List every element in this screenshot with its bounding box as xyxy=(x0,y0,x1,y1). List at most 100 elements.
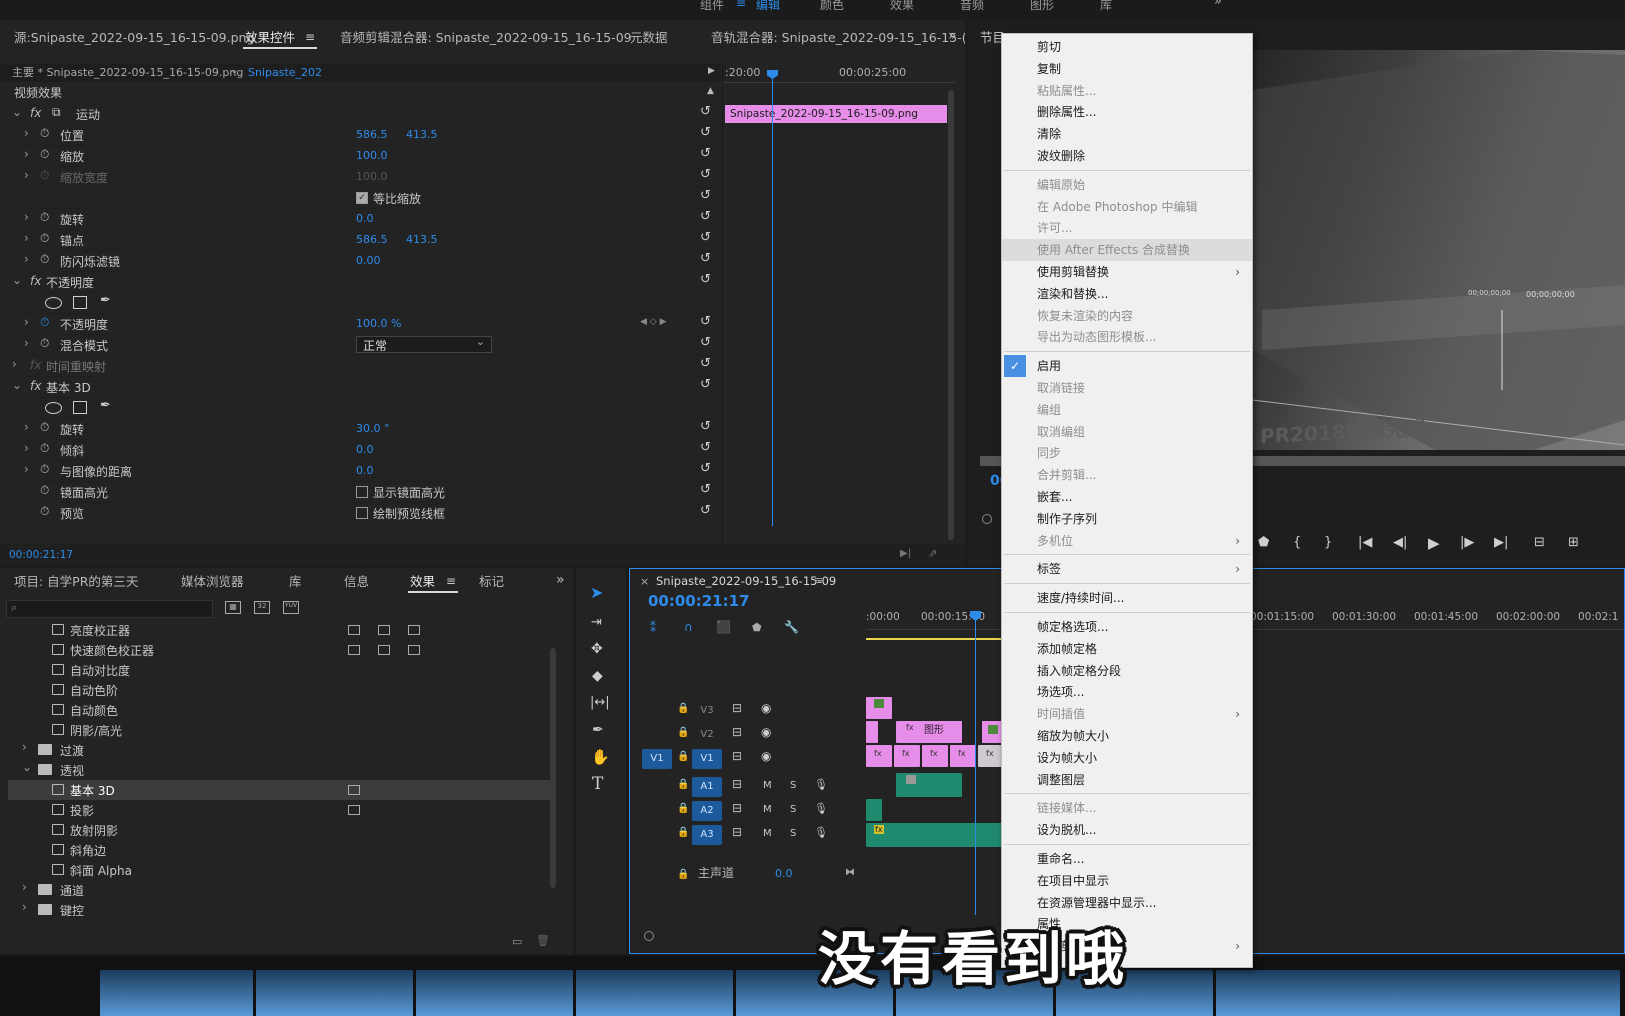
play-audio-icon[interactable]: ▶| xyxy=(900,548,911,559)
context-menu-item[interactable]: 嵌套... xyxy=(1002,486,1252,508)
effect-list-item[interactable]: 自动对比度 xyxy=(8,660,552,680)
chevron-down-icon[interactable]: ⌄ xyxy=(230,65,238,76)
eye-icon[interactable]: ◉ xyxy=(761,701,771,715)
reset-icon[interactable]: ↺ xyxy=(700,356,711,371)
rectangle-mask-icon[interactable] xyxy=(73,401,87,414)
context-menu-item[interactable]: 在项目中显示 xyxy=(1002,870,1252,892)
marker-icon[interactable]: ⬟ xyxy=(1258,535,1269,550)
reset-icon[interactable]: ↺ xyxy=(700,503,711,518)
workspace-tab[interactable]: 效果 xyxy=(890,0,914,13)
reset-icon[interactable]: ↺ xyxy=(700,419,711,434)
v1-clip-3[interactable]: fx xyxy=(922,745,948,767)
blend-mode-select[interactable]: 正常 ⌄ xyxy=(356,335,492,353)
stopwatch-icon[interactable]: ⏱ xyxy=(40,210,49,225)
keyframe-nav-icon[interactable]: ◀ ◇ ▶ xyxy=(640,317,667,327)
ellipse-mask-icon[interactable] xyxy=(45,297,62,309)
property-value[interactable]: 413.5 xyxy=(406,233,438,246)
sync-lock-icon[interactable]: ⊟ xyxy=(732,749,742,763)
sync-lock-icon[interactable]: ⊟ xyxy=(732,701,742,715)
step-back-icon[interactable]: ◀| xyxy=(1393,535,1407,550)
bowtie-icon[interactable]: ⧓ xyxy=(845,867,855,878)
go-to-out-icon[interactable]: ▶| xyxy=(1494,535,1508,550)
close-icon[interactable]: × xyxy=(640,575,649,588)
context-menu-item[interactable]: 取消链接 xyxy=(1002,377,1252,399)
wrench-icon[interactable]: 🔧 xyxy=(784,620,799,634)
context-menu-item[interactable]: 缩放为帧大小 xyxy=(1002,725,1252,747)
sequence-clip-label[interactable]: Snipaste_202 xyxy=(248,63,322,83)
checkbox[interactable]: ✓ xyxy=(356,192,368,204)
chevron-right-icon[interactable]: › xyxy=(22,880,27,894)
more-workspaces-icon[interactable]: » xyxy=(1214,0,1222,9)
effects-search-input[interactable]: ⌕ xyxy=(6,600,213,618)
context-menu-item[interactable]: 恢复未渲染的内容 xyxy=(1002,305,1252,327)
play-icon[interactable]: ▶ xyxy=(1428,534,1440,552)
menu-icon[interactable]: ≡ xyxy=(305,30,315,44)
lock-icon[interactable]: 🔒 xyxy=(677,827,689,838)
project-vertical-scrollbar[interactable] xyxy=(550,648,556,888)
v2-graphic-clip[interactable]: fx 图形 xyxy=(896,721,962,743)
lock-icon[interactable]: 🔒 xyxy=(677,803,689,814)
context-menu-item[interactable]: 调整图层 xyxy=(1002,769,1252,791)
menu-icon[interactable]: ≡ xyxy=(814,574,823,587)
context-menu-item[interactable]: 导出为动态图形模板... xyxy=(1002,326,1252,348)
ripple-edit-tool-icon[interactable]: ✥ xyxy=(591,641,603,657)
ec-footer-timecode[interactable]: 00:00:21:17 xyxy=(9,545,73,565)
workspace-tab[interactable]: 编辑 xyxy=(756,0,780,13)
effect-list-item[interactable]: 阴影/高光 xyxy=(8,720,552,740)
chevron-right-icon[interactable]: › xyxy=(24,252,29,266)
lock-icon[interactable]: 🔒 xyxy=(677,869,689,880)
context-menu-item[interactable]: 许可... xyxy=(1002,217,1252,239)
v1-clip-2[interactable]: fx xyxy=(894,745,920,767)
add-marker-icon[interactable]: ⬛ xyxy=(716,620,731,634)
stopwatch-icon[interactable]: ⏱ xyxy=(40,147,49,162)
context-menu-item[interactable]: 同步 xyxy=(1002,442,1252,464)
context-menu-item[interactable]: 插入帧定格分段 xyxy=(1002,660,1252,682)
hand-tool-icon[interactable]: ✋ xyxy=(591,748,610,766)
reset-icon[interactable]: ↺ xyxy=(700,167,711,182)
rectangle-mask-icon[interactable] xyxy=(73,296,87,309)
reset-icon[interactable]: ↺ xyxy=(700,335,711,350)
menu-icon[interactable]: ≡ xyxy=(446,574,456,588)
sync-lock-icon[interactable]: ⊟ xyxy=(732,725,742,739)
pen-mask-icon[interactable]: ✒ xyxy=(100,293,111,308)
reset-icon[interactable]: ↺ xyxy=(700,188,711,203)
context-menu-item[interactable]: 合并剪辑... xyxy=(1002,464,1252,486)
v1-clip-4[interactable]: fx xyxy=(950,745,976,767)
chevron-right-icon[interactable]: › xyxy=(24,315,29,329)
mute-button[interactable]: M xyxy=(763,780,772,791)
effect-list-item[interactable]: › 过渡 xyxy=(8,740,552,760)
yuv-effects-icon[interactable]: YUV xyxy=(283,601,299,614)
fx-badge-icon[interactable]: fx xyxy=(30,106,41,120)
property-value[interactable]: 0.00 xyxy=(356,254,381,267)
stopwatch-icon[interactable]: ⏱ xyxy=(40,483,49,498)
context-menu-item[interactable]: 取消编组 xyxy=(1002,421,1252,443)
ec-tab[interactable]: 音频剪辑混合器: Snipaste_2022-09-15_16-15-09 xyxy=(340,20,632,54)
v2-clip[interactable] xyxy=(866,721,878,743)
work-area-bar[interactable] xyxy=(866,638,1001,640)
chevron-right-icon[interactable]: › xyxy=(24,147,29,161)
property-value[interactable]: 100.0 xyxy=(356,170,388,183)
reset-icon[interactable]: ↺ xyxy=(700,251,711,266)
eye-icon[interactable]: ◉ xyxy=(761,725,771,739)
reset-icon[interactable]: ↺ xyxy=(700,230,711,245)
stopwatch-icon[interactable]: ⏱ xyxy=(40,315,49,330)
track-target[interactable]: V3 xyxy=(692,701,722,721)
project-tab[interactable]: 效果 xyxy=(410,568,435,598)
checkbox[interactable] xyxy=(356,486,368,498)
effect-list-item[interactable]: ⌄ 透视 xyxy=(8,760,552,780)
v1-clip-1[interactable]: fx xyxy=(866,745,892,767)
property-value[interactable]: 586.5 xyxy=(356,233,388,246)
ec-clip-bar[interactable]: Snipaste_2022-09-15_16-15-09.png xyxy=(725,105,947,123)
sync-lock-icon[interactable]: ⊟ xyxy=(732,825,742,839)
fx-badge-icon[interactable]: fx xyxy=(30,379,41,393)
stopwatch-icon[interactable]: ⏱ xyxy=(40,336,49,351)
a1-clip[interactable] xyxy=(896,773,962,797)
playhead[interactable] xyxy=(772,70,773,526)
step-forward-icon[interactable]: |▶ xyxy=(1460,535,1474,550)
master-clip-label[interactable]: 主要 * Snipaste_2022-09-15_16-15-09.png xyxy=(12,63,243,83)
workspace-tab[interactable]: 颜色 xyxy=(820,0,844,13)
context-menu-item[interactable]: 制作子序列 xyxy=(1002,508,1252,530)
chevron-down-icon[interactable]: ⌄ xyxy=(12,105,22,119)
track-target[interactable]: V2 xyxy=(692,725,722,745)
chevron-down-icon[interactable]: ⌄ xyxy=(12,378,22,392)
